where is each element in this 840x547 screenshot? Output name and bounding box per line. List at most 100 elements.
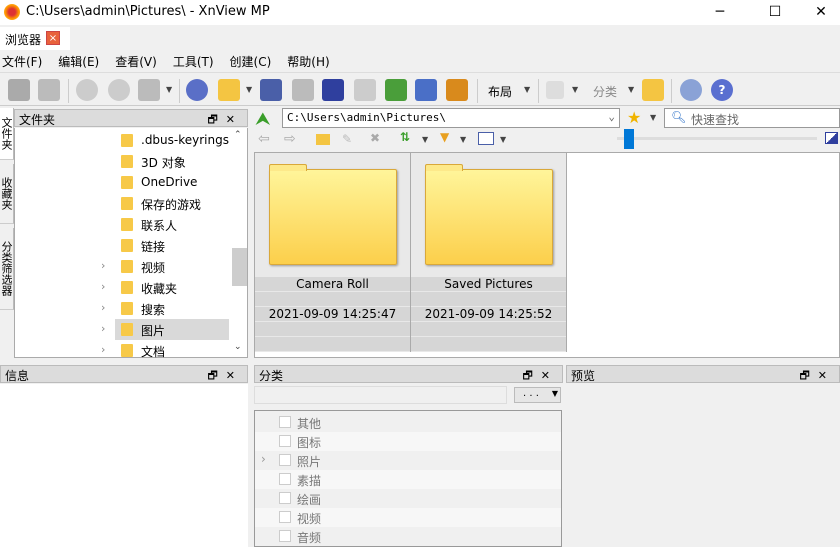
category-search-input[interactable]	[254, 386, 507, 404]
transform-icon[interactable]	[138, 79, 160, 101]
chevron-right-icon[interactable]: ›	[261, 452, 266, 466]
tree-scrollbar[interactable]: ⌃ ⌄	[232, 128, 247, 356]
chevron-down-icon[interactable]: ▼	[628, 85, 634, 94]
category-checkbox[interactable]	[279, 416, 291, 428]
category-checkbox[interactable]	[279, 492, 291, 504]
rotate-right-icon[interactable]	[108, 79, 130, 101]
tree-item[interactable]: OneDrive	[15, 172, 233, 193]
close-icon[interactable]: ✕	[226, 369, 243, 382]
new-folder-icon[interactable]	[316, 134, 330, 145]
star-icon[interactable]: ★	[627, 108, 641, 127]
chevron-right-icon[interactable]: ›	[101, 280, 105, 293]
move-to-folder-icon[interactable]	[218, 79, 240, 101]
chevron-down-icon[interactable]: ▼	[246, 85, 252, 94]
menu-tools[interactable]: 工具(T)	[171, 50, 214, 72]
binoculars-icon[interactable]	[260, 79, 282, 101]
thumbnail-size-slider[interactable]	[617, 137, 817, 140]
chevron-down-icon[interactable]: ▼	[500, 135, 506, 144]
category-button[interactable]: 分类	[593, 83, 617, 100]
category-checkbox[interactable]	[279, 473, 291, 485]
gear-icon[interactable]	[680, 79, 702, 101]
chevron-down-icon[interactable]: ▼	[460, 135, 466, 144]
tree-item[interactable]: › 文档	[15, 340, 233, 361]
thumbnail-item[interactable]: Camera Roll 2021-09-09 14:25:47	[255, 153, 411, 352]
close-icon[interactable]: ✕	[818, 369, 835, 382]
tab-browser[interactable]: 浏览器 ×	[0, 27, 70, 50]
menu-edit[interactable]: 编辑(E)	[56, 50, 99, 72]
close-icon[interactable]: ✕	[541, 369, 558, 382]
chevron-right-icon[interactable]: ›	[101, 259, 105, 272]
float-icon[interactable]: 🗗	[207, 369, 225, 382]
category-item[interactable]: 图标	[255, 432, 561, 451]
maximize-button[interactable]: ☐	[752, 0, 798, 25]
chevron-right-icon[interactable]: ›	[101, 322, 105, 335]
side-tab-favorites[interactable]: 收藏夹	[0, 164, 14, 224]
scroll-thumb[interactable]	[232, 248, 247, 286]
address-bar[interactable]: C:\Users\admin\Pictures\ ⌄	[282, 108, 620, 128]
back-icon[interactable]: ⇦	[258, 131, 270, 147]
forward-icon[interactable]: ⇨	[284, 131, 296, 147]
panel-toggle-icon[interactable]	[825, 132, 838, 144]
slideshow-icon[interactable]	[446, 79, 468, 101]
sort-icon[interactable]: ⇅	[400, 130, 410, 144]
float-icon[interactable]: 🗗	[522, 369, 540, 382]
rename-icon[interactable]: ✎	[342, 132, 352, 146]
menu-view[interactable]: 查看(V)	[113, 50, 157, 72]
tree-item[interactable]: 保存的游戏	[15, 193, 233, 214]
category-checkbox[interactable]	[279, 530, 291, 542]
category-dropdown[interactable]: . . . ▼	[514, 387, 561, 403]
category-item[interactable]: 绘画	[255, 489, 561, 508]
tree-item[interactable]: › 搜索	[15, 298, 233, 319]
thumbnail-item[interactable]: Saved Pictures 2021-09-09 14:25:52	[411, 153, 567, 352]
convert-icon[interactable]	[354, 79, 376, 101]
folder-tree-icon[interactable]	[642, 79, 664, 101]
chevron-right-icon[interactable]: ›	[101, 343, 105, 356]
category-item[interactable]: 素描	[255, 470, 561, 489]
rating-icon[interactable]	[546, 81, 564, 99]
tree-item[interactable]: 3D 对象	[15, 151, 233, 172]
float-icon[interactable]: 🗗	[799, 369, 817, 382]
chevron-down-icon[interactable]: ▼	[524, 85, 530, 94]
category-item[interactable]: › 照片	[255, 451, 561, 470]
chevron-down-icon[interactable]: ▼	[572, 85, 578, 94]
category-item[interactable]: 音频	[255, 527, 561, 546]
slider-thumb[interactable]	[624, 129, 634, 149]
up-folder-icon[interactable]: ⮝	[256, 109, 274, 128]
view-image-icon[interactable]	[8, 79, 30, 101]
view-mode-icon[interactable]	[478, 132, 494, 145]
category-item[interactable]: 其他	[255, 413, 561, 432]
category-item[interactable]: 视频	[255, 508, 561, 527]
minimize-button[interactable]: ─	[697, 0, 743, 25]
menu-file[interactable]: 文件(F)	[0, 50, 42, 72]
delete-icon[interactable]: ✖	[370, 131, 380, 145]
print-icon[interactable]	[292, 79, 314, 101]
rotate-left-icon[interactable]	[76, 79, 98, 101]
category-checkbox[interactable]	[279, 435, 291, 447]
close-button[interactable]: ✕	[798, 0, 840, 25]
side-tab-category-filter[interactable]: 分类筛选器	[0, 228, 14, 310]
close-icon[interactable]: ✕	[226, 113, 243, 126]
scanner-icon[interactable]	[322, 79, 344, 101]
capture-icon[interactable]	[415, 79, 437, 101]
side-tab-folders[interactable]: 文件夹	[0, 108, 14, 160]
category-checkbox[interactable]	[279, 454, 291, 466]
float-icon[interactable]: 🗗	[207, 113, 225, 126]
help-icon[interactable]: ?	[711, 79, 733, 101]
filter-icon[interactable]: ▼	[440, 130, 449, 144]
info-icon[interactable]	[186, 79, 208, 101]
quick-search-input[interactable]: 🔍︎ 快速查找	[664, 108, 840, 128]
fullscreen-icon[interactable]	[38, 79, 60, 101]
category-checkbox[interactable]	[279, 511, 291, 523]
chevron-down-icon[interactable]: ▼	[422, 135, 428, 144]
tree-item[interactable]: .dbus-keyrings	[15, 130, 233, 151]
tree-item[interactable]: › 收藏夹	[15, 277, 233, 298]
chevron-down-icon[interactable]: ⌄	[608, 110, 615, 123]
chevron-down-icon[interactable]: ▼	[650, 113, 656, 122]
tree-item[interactable]: 链接	[15, 235, 233, 256]
tree-item[interactable]: › 视频	[15, 256, 233, 277]
tree-item[interactable]: › 图片	[15, 319, 233, 340]
tree-item[interactable]: 联系人	[15, 214, 233, 235]
batch-rename-icon[interactable]	[385, 79, 407, 101]
chevron-right-icon[interactable]: ›	[101, 301, 105, 314]
tab-close-icon[interactable]: ×	[46, 31, 60, 45]
